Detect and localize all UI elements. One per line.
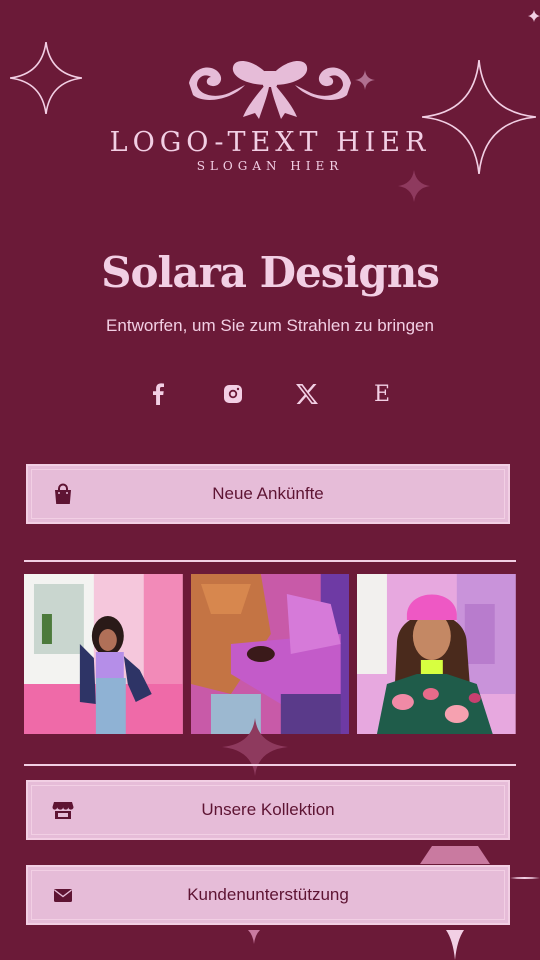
new-arrivals-label: Neue Ankünfte: [212, 484, 324, 503]
envelope-icon: [54, 889, 72, 902]
instagram-icon[interactable]: [217, 378, 249, 410]
photo-gallery: [24, 574, 517, 734]
page-title: Solara Designs: [101, 248, 440, 297]
divider: [24, 764, 516, 766]
shopping-bag-icon: [55, 483, 71, 504]
sparkle-icon: [528, 10, 540, 22]
bow-icon: [189, 61, 351, 119]
store-icon: [52, 802, 74, 819]
sparkle-icon: [446, 930, 464, 960]
x-icon[interactable]: [291, 378, 323, 410]
sparkle-icon: [248, 930, 260, 944]
sparkle-icon: [420, 846, 490, 864]
facebook-icon[interactable]: [142, 378, 174, 410]
collection-label: Unsere Kollektion: [201, 800, 335, 819]
new-arrivals-button[interactable]: Neue Ankünfte: [26, 464, 510, 524]
customer-support-button[interactable]: Kundenunterstützung: [26, 865, 510, 925]
etsy-icon[interactable]: E: [366, 378, 398, 410]
logo: LOGO-TEXT HIER SLOGAN HIER: [0, 55, 540, 173]
sparkle-icon: [510, 877, 540, 879]
couple-hugging-photo[interactable]: [190, 574, 350, 734]
page-subtitle: Entworfen, um Sie zum Strahlen zu bringe…: [106, 316, 434, 335]
slogan-text: SLOGAN HIER: [196, 159, 344, 173]
etsy-label: E: [373, 381, 390, 407]
logo-text: LOGO-TEXT HIER: [109, 127, 431, 158]
woman-pink-beanie-photo[interactable]: [357, 574, 517, 734]
divider: [24, 560, 516, 562]
sparkle-icon: [398, 170, 430, 202]
woman-pink-wall-photo[interactable]: [24, 574, 183, 734]
sparkle-icon: [222, 718, 288, 776]
social-links: E: [142, 378, 398, 410]
collection-button[interactable]: Unsere Kollektion: [26, 780, 510, 840]
support-label: Kundenunterstützung: [187, 885, 349, 904]
